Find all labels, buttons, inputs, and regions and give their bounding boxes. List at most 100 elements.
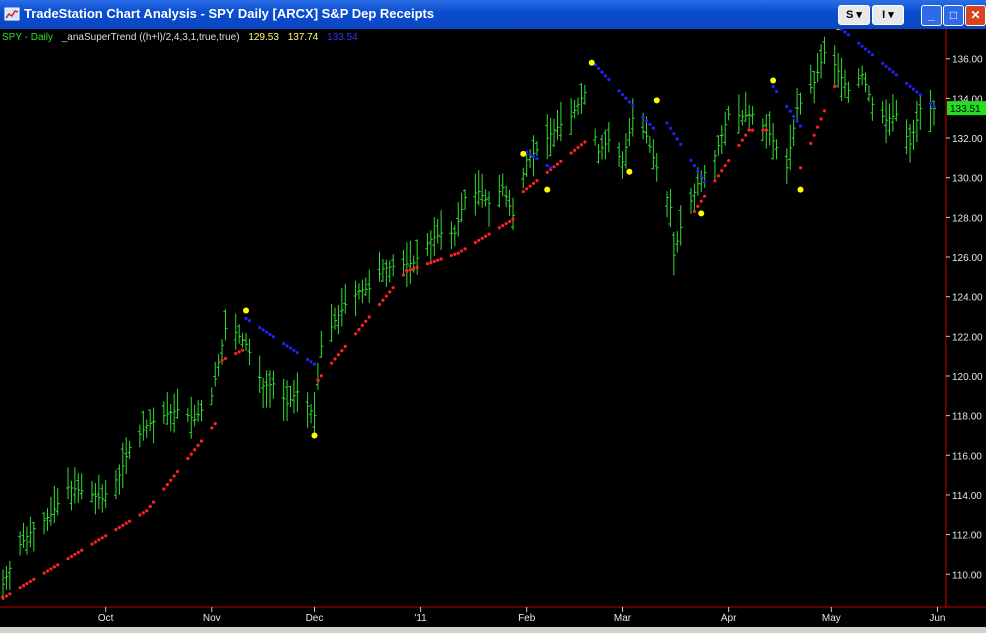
time-tick-label: '11	[414, 613, 427, 624]
supertrend-resistance-dot	[887, 67, 892, 71]
supertrend-resistance-dot	[918, 93, 922, 97]
supertrend-support-dot	[329, 361, 334, 365]
supertrend-resistance-dot	[651, 126, 655, 130]
supertrend-support-dot	[696, 204, 700, 208]
price-bar	[281, 378, 286, 422]
price-bar	[387, 260, 392, 283]
supertrend-resistance-dot	[617, 89, 621, 93]
supertrend-support-dot	[391, 286, 395, 290]
supertrend-resistance-dot	[531, 154, 536, 159]
indicator-menu-button[interactable]: I ▾	[872, 5, 904, 25]
supertrend-resistance-dot	[870, 53, 874, 57]
supertrend-support-dot	[388, 290, 392, 294]
supertrend-support-dot	[761, 128, 765, 132]
supertrend-support-dot	[117, 525, 121, 530]
price-bar	[528, 149, 533, 168]
price-bar	[784, 148, 789, 185]
trend-signal-dot	[588, 59, 595, 66]
price-bar	[380, 258, 385, 282]
minimize-button[interactable]: _	[921, 5, 942, 26]
price-bar	[860, 65, 865, 86]
price-bar	[688, 187, 693, 214]
indicator-menu-label: I	[882, 9, 886, 21]
supertrend-resistance-dot	[282, 341, 286, 346]
price-bar	[377, 251, 382, 282]
price-bar	[165, 392, 170, 425]
trend-signal-dot	[626, 168, 633, 175]
price-bar	[774, 139, 779, 160]
supertrend-support-dot	[128, 519, 132, 523]
price-tick-label: 122.00	[952, 332, 983, 343]
price-bar	[196, 400, 201, 422]
price-bar	[244, 332, 249, 351]
price-tick-label: 124.00	[952, 293, 983, 304]
price-bar	[918, 95, 923, 130]
price-tick-label: 116.00	[952, 451, 982, 462]
supertrend-resistance-dot	[679, 142, 683, 146]
supertrend-support-dot	[384, 294, 388, 298]
price-bar	[285, 380, 290, 422]
price-tick-label: 130.00	[952, 174, 983, 185]
supertrend-support-dot	[234, 351, 238, 356]
supertrend-support-dot	[583, 140, 587, 144]
title-bar[interactable]: TradeStation Chart Analysis - SPY Daily …	[0, 0, 986, 29]
supertrend-support-dot	[353, 332, 358, 336]
price-bar	[103, 480, 108, 508]
price-bar	[168, 403, 173, 432]
supertrend-support-dot	[199, 439, 204, 443]
trend-signal-dot	[544, 186, 551, 193]
supertrend-support-dot	[1, 596, 5, 600]
supertrend-support-dot	[703, 194, 707, 198]
supertrend-resistance-dot	[867, 50, 871, 54]
supertrend-support-dot	[8, 592, 12, 596]
price-bar	[288, 385, 293, 408]
close-button[interactable]: ✕	[965, 5, 986, 26]
supertrend-resistance-dot	[261, 328, 265, 332]
supertrend-support-dot	[343, 344, 347, 348]
price-bar	[911, 119, 916, 150]
symbol-menu-button[interactable]: S ▾	[838, 5, 870, 25]
supertrend-resistance-dot	[603, 74, 608, 78]
supertrend-support-dot	[316, 378, 320, 382]
supertrend-resistance-dot	[839, 29, 844, 31]
supertrend-resistance-dot	[268, 332, 272, 337]
price-bar	[788, 124, 793, 170]
supertrend-support-dot	[535, 178, 539, 183]
price-bar	[21, 522, 26, 548]
price-bar	[216, 354, 221, 377]
supertrend-support-dot	[531, 181, 536, 185]
supertrend-support-dot	[727, 159, 731, 163]
price-bar	[798, 92, 803, 115]
supertrend-support-dot	[104, 534, 108, 538]
price-bar	[740, 109, 745, 126]
price-chart[interactable]: 110.00 112.00 114.00 116.00 118.00 120.00 122.…	[0, 29, 986, 627]
supertrend-resistance-dot	[788, 109, 792, 113]
price-bar	[439, 210, 444, 251]
price-bar	[312, 392, 317, 434]
supertrend-support-dot	[480, 236, 484, 240]
horizontal-scrollbar[interactable]	[0, 627, 986, 633]
price-bar	[264, 370, 269, 408]
price-bar	[223, 309, 228, 341]
supertrend-support-dot	[367, 315, 371, 319]
price-bar	[7, 560, 12, 590]
price-bar	[401, 249, 406, 275]
trend-signals	[243, 29, 841, 439]
price-bar	[367, 269, 372, 303]
price-tick-label: 128.00	[952, 213, 983, 224]
supertrend-resistance-dot	[795, 119, 799, 123]
price-bar	[736, 94, 741, 134]
price-bar	[4, 565, 9, 591]
supertrend-support-dot	[172, 474, 176, 478]
supertrend-resistance-dot	[244, 316, 248, 321]
price-bar	[459, 192, 464, 223]
price-bar	[137, 424, 142, 448]
trend-signal-dot	[311, 432, 318, 439]
time-tick-label: Feb	[518, 613, 536, 624]
maximize-button[interactable]: □	[943, 5, 964, 26]
price-bar	[630, 98, 635, 137]
price-bar	[500, 173, 505, 197]
price-bar	[237, 323, 242, 344]
price-bar	[750, 106, 755, 125]
price-bar	[884, 99, 889, 144]
